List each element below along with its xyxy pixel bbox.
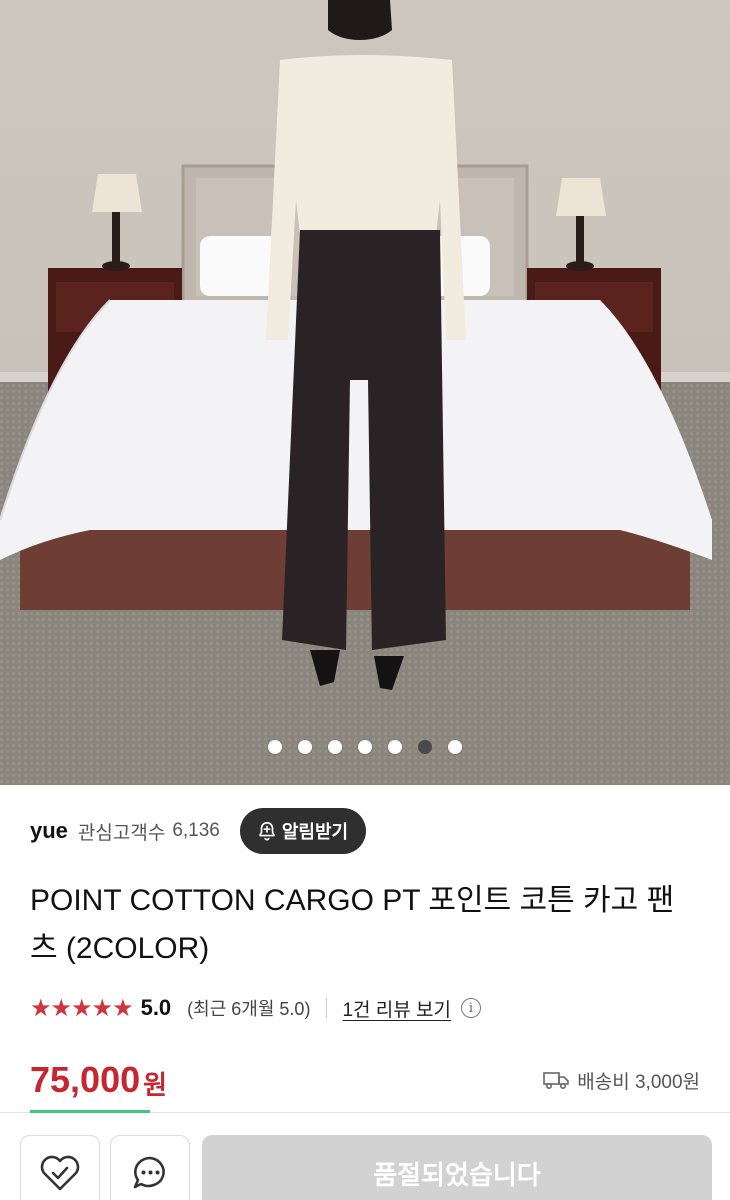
truck-icon	[543, 1072, 570, 1090]
follow-alert-label: 알림받기	[281, 822, 349, 842]
gallery-dot-active[interactable]	[418, 740, 432, 754]
rating-score: 5.0	[140, 995, 172, 1020]
gallery-dot[interactable]	[298, 740, 312, 754]
fan-count: 6,136	[172, 820, 220, 841]
soldout-button[interactable]: 품절되었습니다	[202, 1135, 712, 1200]
scroll-indicator	[30, 1110, 150, 1113]
product-photo	[0, 0, 730, 785]
gallery-dot[interactable]	[268, 740, 282, 754]
follow-alert-button[interactable]: 알림받기	[239, 808, 367, 854]
gallery-pagination[interactable]	[0, 740, 730, 756]
gallery-dot[interactable]	[328, 740, 342, 754]
review-link[interactable]: 1건 리뷰 보기	[342, 995, 451, 1022]
seller-name[interactable]: yue	[30, 818, 68, 844]
shipping-info: 배송비 3,000원	[543, 1067, 700, 1094]
bell-plus-icon	[259, 821, 275, 841]
product-image-gallery[interactable]	[0, 0, 730, 785]
star-rating-icon: ★★★★★	[30, 994, 134, 1022]
chat-button[interactable]	[110, 1135, 190, 1200]
shipping-fee: 배송비 3,000원	[577, 1071, 700, 1093]
heart-check-icon	[40, 1155, 80, 1191]
seller-row: yue 관심고객수 6,136 알림받기	[30, 808, 367, 854]
price-currency: 원	[143, 1069, 168, 1100]
rating-row: ★★★★★ 5.0 (최근 6개월 5.0) 1건 리뷰 보기 i	[30, 990, 481, 1026]
price-row: 75,000 원 배송비 3,000원	[30, 1055, 700, 1105]
bottom-action-bar: 품절되었습니다	[0, 1110, 730, 1200]
gallery-dot[interactable]	[388, 740, 402, 754]
price-amount: 75,000	[30, 1059, 141, 1100]
like-button[interactable]	[20, 1135, 100, 1200]
gallery-dot[interactable]	[448, 740, 462, 754]
fan-count-label: 관심고객수	[77, 822, 166, 844]
recent-rating: (최근 6개월 5.0)	[187, 999, 311, 1019]
divider	[326, 998, 328, 1018]
info-icon[interactable]: i	[460, 998, 481, 1018]
product-title: POINT COTTON CARGO PT 포인트 코튼 카고 팬츠 (2COL…	[30, 884, 675, 965]
gallery-dot[interactable]	[358, 740, 372, 754]
chat-bubble-icon	[133, 1156, 165, 1189]
